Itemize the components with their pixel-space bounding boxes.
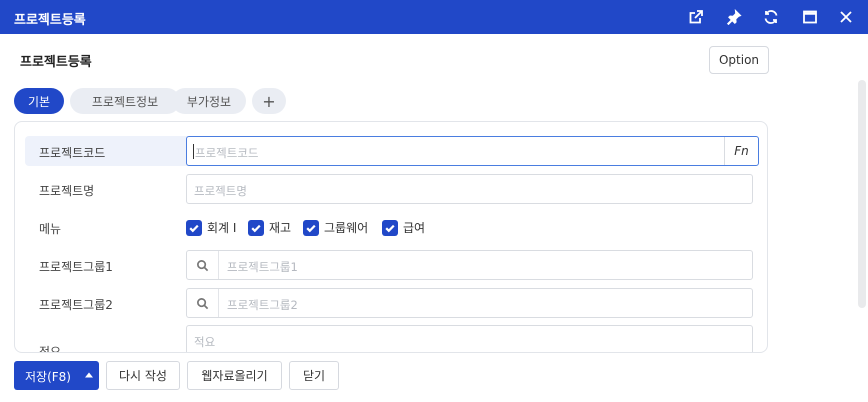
vertical-scrollbar[interactable] xyxy=(858,80,866,308)
checkbox-inventory[interactable]: 재고 xyxy=(248,219,291,236)
page-title: 프로젝트등록 xyxy=(20,55,92,70)
project-code-placeholder: 프로젝트코드 xyxy=(195,146,259,160)
form-row-project-name: 프로젝트명 프로젝트명 xyxy=(25,174,759,204)
search-icon[interactable] xyxy=(187,289,219,317)
add-tab-button[interactable]: + xyxy=(252,88,286,114)
form-row-project-code: 프로젝트코드 프로젝트코드 Fn xyxy=(25,136,759,166)
menu-label: 메뉴 xyxy=(39,222,62,236)
checkbox-accounting-label: 회계 I xyxy=(207,221,237,235)
close-button[interactable]: 닫기 xyxy=(289,361,339,390)
close-icon[interactable] xyxy=(836,7,856,27)
form-row-menu: 메뉴 회계 I 재고 그룹웨어 급여 xyxy=(25,212,759,242)
save-button-label: 저장(F8) xyxy=(25,370,71,384)
project-group2-input[interactable]: 프로젝트그룹2 xyxy=(186,288,753,318)
window-title: 프로젝트등록 xyxy=(14,13,86,28)
form-row-remarks: 적요 적요 xyxy=(25,325,759,353)
project-name-input[interactable]: 프로젝트명 xyxy=(186,174,753,204)
form-row-project-group1: 프로젝트그룹1 프로젝트그룹1 xyxy=(25,250,759,280)
project-group1-label: 프로젝트그룹1 xyxy=(39,260,113,274)
bottom-toolbar: 저장(F8) 다시 작성 웹자료올리기 닫기 xyxy=(0,355,868,402)
checkbox-checked-icon xyxy=(303,219,319,236)
option-button[interactable]: Option xyxy=(709,46,769,74)
pin-icon[interactable] xyxy=(724,7,744,27)
checkbox-payroll-label: 급여 xyxy=(403,221,426,235)
project-code-label: 프로젝트코드 xyxy=(39,146,106,160)
checkbox-groupware[interactable]: 그룹웨어 xyxy=(303,219,368,236)
checkbox-payroll[interactable]: 급여 xyxy=(382,219,425,236)
tab-basic[interactable]: 기본 xyxy=(14,88,64,114)
checkbox-inventory-label: 재고 xyxy=(269,221,292,235)
project-group1-placeholder: 프로젝트그룹1 xyxy=(227,260,298,274)
web-upload-button[interactable]: 웹자료올리기 xyxy=(187,361,282,390)
search-icon[interactable] xyxy=(187,251,219,279)
project-code-input[interactable]: 프로젝트코드 Fn xyxy=(186,136,759,166)
remarks-placeholder: 적요 xyxy=(194,335,216,349)
checkbox-checked-icon xyxy=(248,219,264,236)
external-link-icon[interactable] xyxy=(686,7,706,27)
checkbox-checked-icon xyxy=(186,219,202,236)
rewrite-button[interactable]: 다시 작성 xyxy=(106,361,180,390)
project-group2-placeholder: 프로젝트그룹2 xyxy=(227,298,298,312)
refresh-icon[interactable] xyxy=(761,7,781,27)
window-titlebar: 프로젝트등록 xyxy=(0,0,868,34)
remarks-label: 적요 xyxy=(39,345,62,353)
maximize-icon[interactable] xyxy=(800,7,820,27)
project-group2-label: 프로젝트그룹2 xyxy=(39,298,113,312)
save-button[interactable]: 저장(F8) xyxy=(14,361,99,390)
project-name-placeholder: 프로젝트명 xyxy=(194,184,247,198)
tab-additional-info[interactable]: 부가정보 xyxy=(172,88,246,114)
remarks-textarea[interactable]: 적요 xyxy=(186,325,753,352)
text-caret xyxy=(193,144,194,159)
checkbox-groupware-label: 그룹웨어 xyxy=(324,221,369,235)
project-name-label: 프로젝트명 xyxy=(39,184,95,198)
form-panel: 프로젝트코드 프로젝트코드 Fn 프로젝트명 프로젝트명 메뉴 회계 I 재고 … xyxy=(14,121,768,353)
form-row-project-group2: 프로젝트그룹2 프로젝트그룹2 xyxy=(25,288,759,318)
fn-button[interactable]: Fn xyxy=(724,137,758,165)
project-group1-input[interactable]: 프로젝트그룹1 xyxy=(186,250,753,280)
checkbox-accounting[interactable]: 회계 I xyxy=(186,219,236,236)
checkbox-checked-icon xyxy=(382,219,398,236)
caret-up-icon[interactable] xyxy=(81,367,97,383)
tab-project-info[interactable]: 프로젝트정보 xyxy=(70,88,180,114)
